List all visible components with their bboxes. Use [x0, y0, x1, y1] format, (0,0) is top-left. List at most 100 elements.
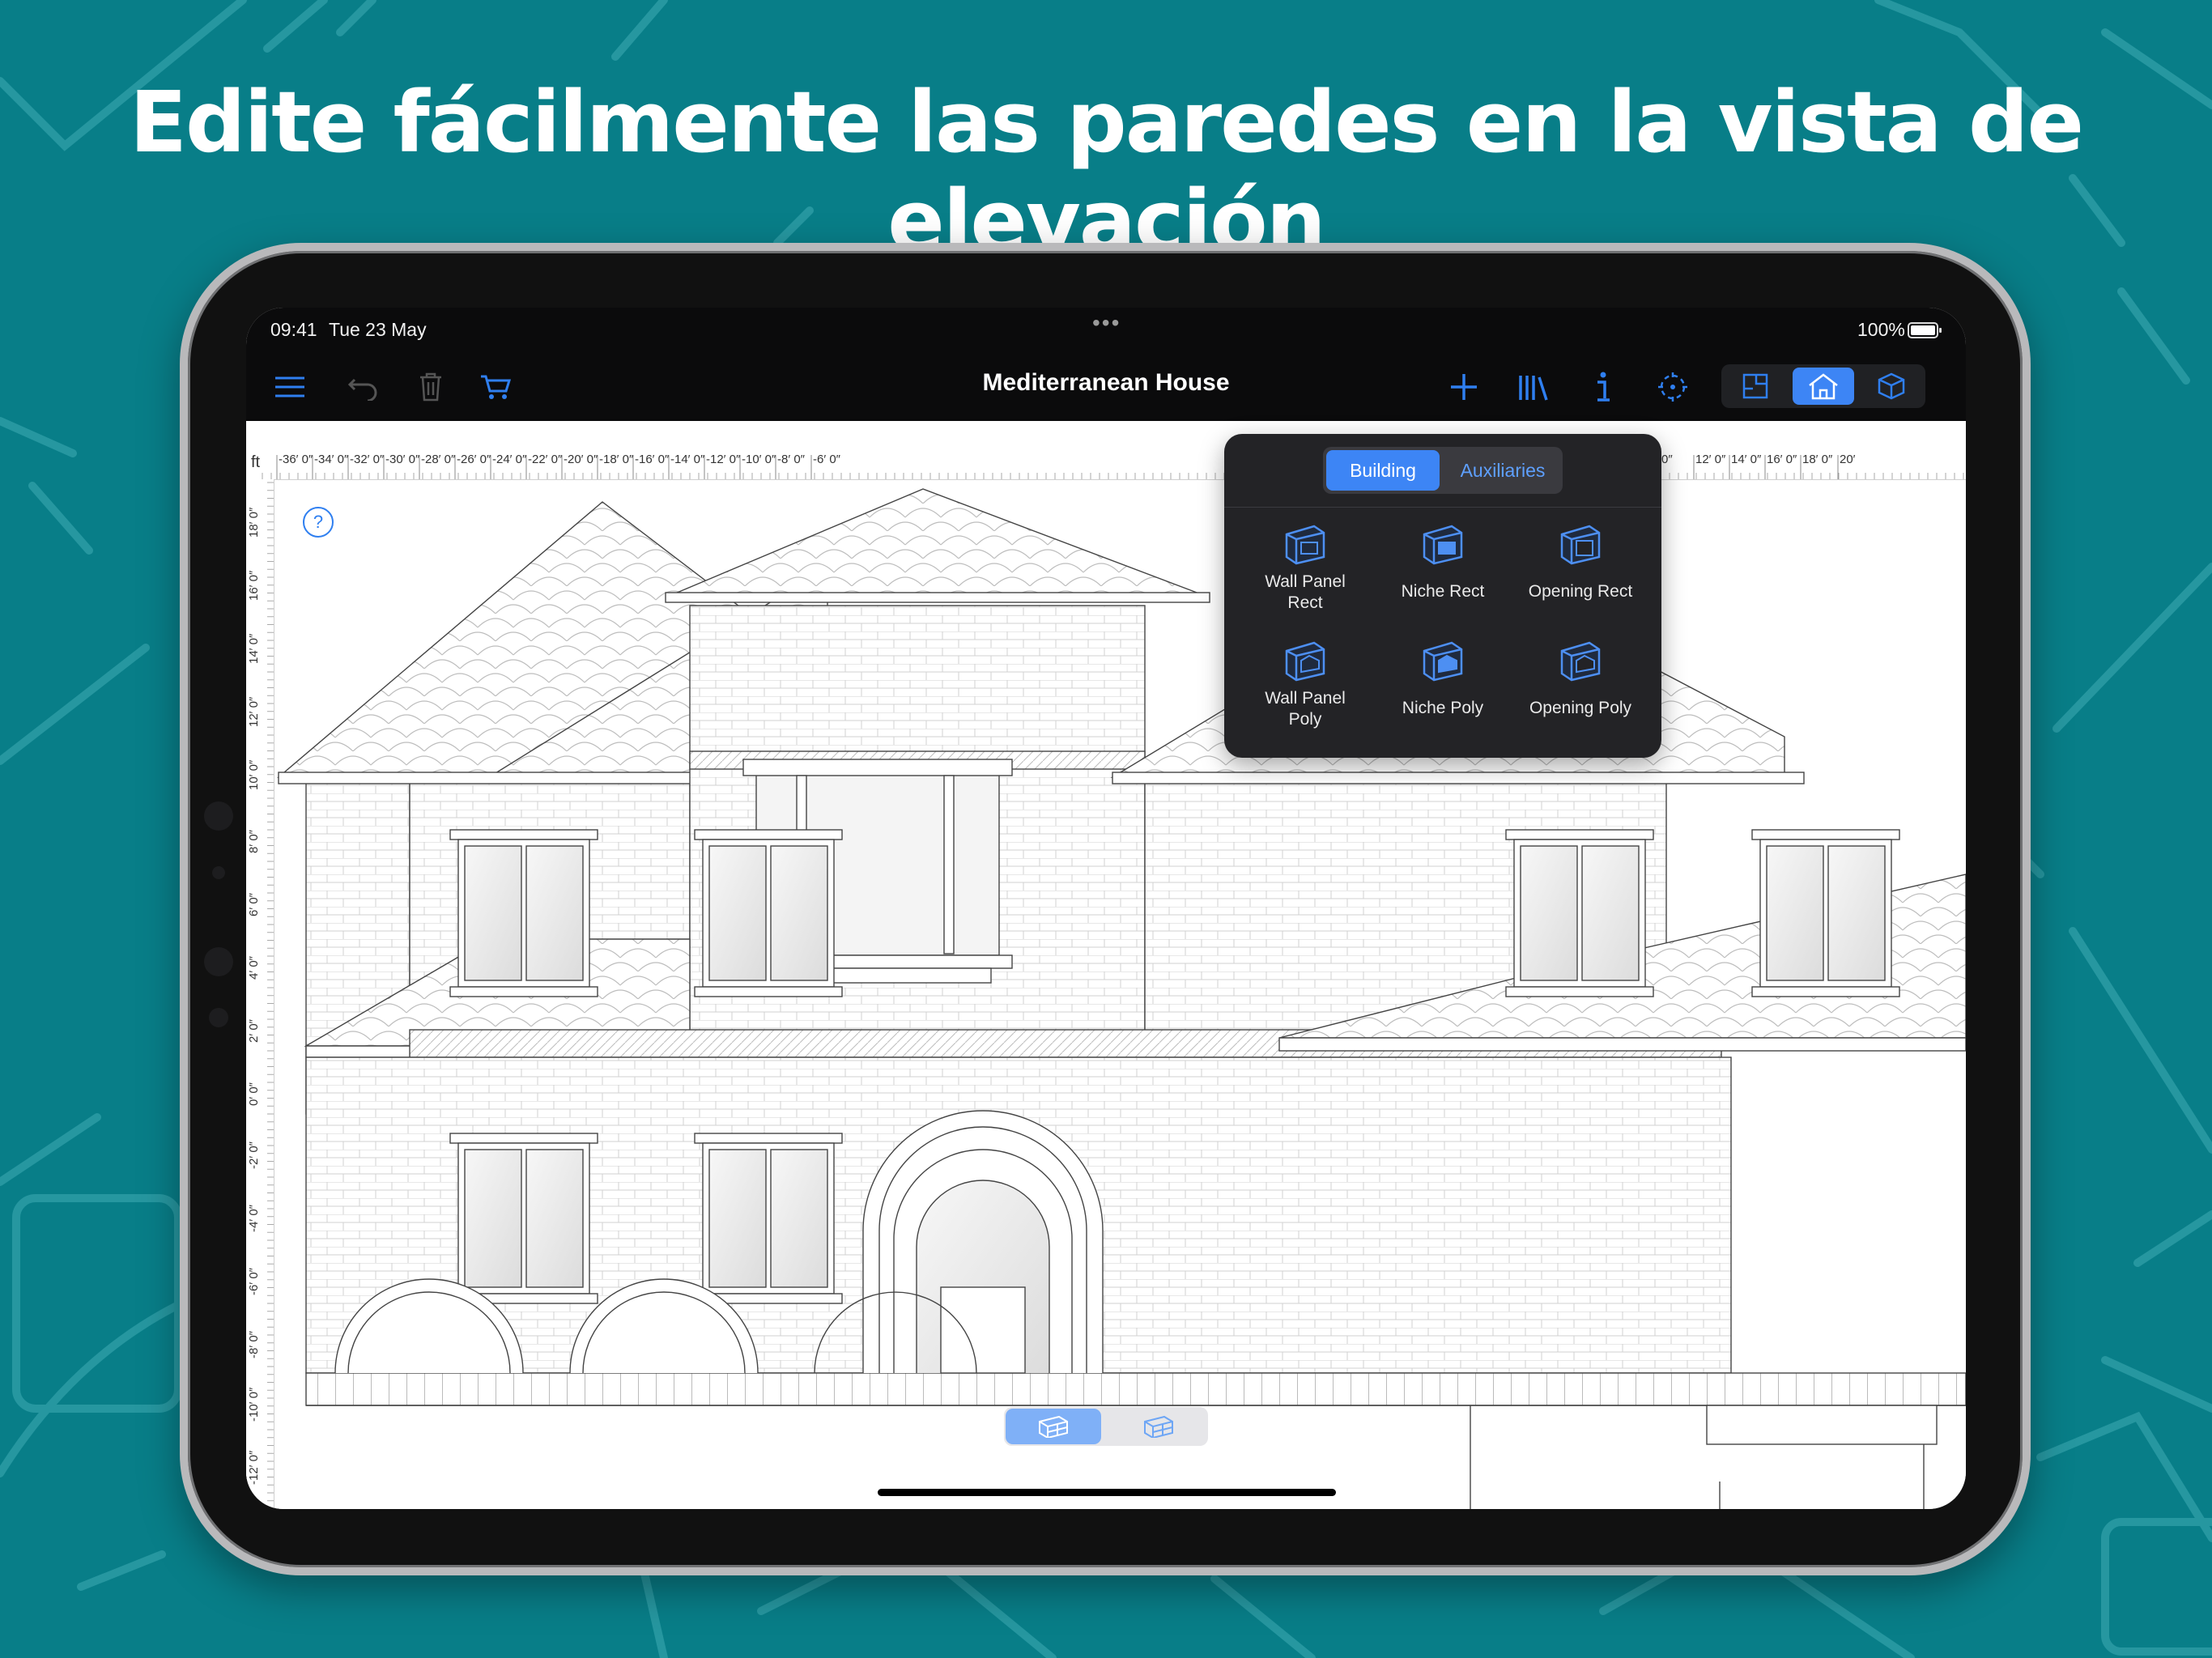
- ruler-label: -20′ 0″: [564, 453, 598, 466]
- ruler-label: -10′ 0″: [742, 453, 776, 466]
- ruler-label: 20′: [1840, 453, 1856, 466]
- battery-percent: 100%: [1857, 319, 1905, 340]
- ruler-label: -2′ 0″: [247, 1141, 261, 1169]
- ruler-label: 6′ 0″: [247, 892, 261, 916]
- ruler-label: 4′ 0″: [247, 955, 261, 980]
- ruler-label: -8′ 0″: [247, 1330, 261, 1358]
- niche-poly-icon: [1423, 641, 1463, 682]
- ruler-label: 0′ 0″: [247, 1082, 261, 1106]
- popover-tabs: Building Auxiliaries: [1323, 447, 1563, 494]
- cart-icon: [481, 375, 512, 399]
- trash-icon: [420, 372, 441, 402]
- tool-label: Wall Panel: [1265, 572, 1346, 591]
- camera-lens: [204, 947, 233, 976]
- app-screen: 09:41 Tue 23 May ••• 100% Mediterranean …: [246, 308, 1966, 1509]
- menu-icon: [275, 376, 304, 397]
- niche-rect-icon: [1423, 525, 1463, 565]
- floor-plan-view-button[interactable]: [1725, 368, 1786, 405]
- add-element-popover: Building Auxiliaries Wall Panel Rect Nic…: [1224, 434, 1661, 758]
- tool-label-line2: Rect: [1287, 593, 1323, 612]
- brick-wall-icon: [1039, 1415, 1068, 1438]
- ruler-label: -6′ 0″: [813, 453, 841, 466]
- opening-rect-tool[interactable]: Opening Rect: [1509, 515, 1652, 636]
- library-icon: [1519, 376, 1548, 401]
- store-button[interactable]: [473, 364, 518, 410]
- ruler-label: -10′ 0″: [247, 1387, 261, 1422]
- toolbar: 09:41 Tue 23 May ••• 100% Mediterranean …: [246, 308, 1966, 421]
- ruler-label: 10′ 0″: [247, 759, 261, 790]
- ruler-label: -34′ 0″: [314, 453, 349, 466]
- ruler-label: 18′ 0″: [1802, 453, 1833, 466]
- house-elevation-drawing[interactable]: [246, 421, 1966, 1509]
- 3d-view-icon: [1878, 372, 1905, 400]
- ruler-label: -18′ 0″: [599, 453, 634, 466]
- opening-poly-icon: [1560, 641, 1601, 682]
- ruler-label: -28′ 0″: [421, 453, 456, 466]
- tab-building[interactable]: Building: [1326, 450, 1440, 491]
- wall-panel-poly-tool[interactable]: Wall Panel Poly: [1234, 631, 1376, 753]
- wall-panel-rect-icon: [1285, 525, 1325, 565]
- ruler-label: -12′ 0″: [247, 1450, 261, 1485]
- floor-plan-icon: [1742, 373, 1768, 399]
- tab-auxiliaries[interactable]: Auxiliaries: [1446, 450, 1559, 491]
- brick-wall-button[interactable]: [1006, 1409, 1101, 1444]
- ruler-label: -32′ 0″: [350, 453, 385, 466]
- tool-label: Wall Panel: [1265, 689, 1346, 708]
- horizontal-ruler: ft -36′ 0″ -34′ 0″ -32′ 0″ -30′ 0″ -28′ 0″ -2…: [246, 452, 1966, 480]
- opening-poly-tool[interactable]: Opening Poly: [1509, 631, 1652, 753]
- plus-icon: [1451, 374, 1477, 400]
- tool-label-line2: Poly: [1288, 710, 1322, 729]
- menu-button[interactable]: [267, 364, 313, 410]
- tool-label: Opening Rect: [1528, 582, 1633, 601]
- wall-panel-poly-icon: [1285, 641, 1325, 682]
- view-mode-segment: [1721, 364, 1925, 408]
- niche-poly-tool[interactable]: Niche Poly: [1372, 631, 1514, 753]
- delete-button[interactable]: [408, 364, 453, 410]
- ruler-label: 12′ 0″: [1695, 453, 1726, 466]
- info-icon: [1597, 372, 1610, 402]
- ruler-label: -30′ 0″: [385, 453, 420, 466]
- tool-label: Opening Poly: [1529, 699, 1632, 717]
- wall-panel-rect-tool[interactable]: Wall Panel Rect: [1234, 515, 1376, 636]
- drawing-canvas[interactable]: [246, 421, 1966, 1509]
- sensor-dot: [212, 866, 225, 879]
- niche-rect-tool[interactable]: Niche Rect: [1372, 515, 1514, 636]
- ruler-label: 16′ 0″: [1767, 453, 1797, 466]
- tool-label: Niche Rect: [1401, 582, 1485, 601]
- help-button[interactable]: ?: [303, 507, 334, 538]
- home-indicator[interactable]: [878, 1489, 1336, 1496]
- flash-dot: [209, 1008, 228, 1027]
- ruler-label: -6′ 0″: [247, 1267, 261, 1295]
- elevation-view-button[interactable]: [1793, 368, 1854, 405]
- document-title: Mediterranean House: [982, 369, 1230, 396]
- popover-divider: [1224, 507, 1661, 508]
- ruler-label: 8′ 0″: [247, 829, 261, 853]
- ruler-label: 12′ 0″: [247, 696, 261, 727]
- undo-button[interactable]: [340, 364, 385, 410]
- library-button[interactable]: [1511, 364, 1556, 410]
- 3d-view-button[interactable]: [1861, 368, 1922, 405]
- undo-icon: [347, 378, 377, 401]
- ruler-label: -8′ 0″: [777, 453, 806, 466]
- wall-mode-toggle: [1004, 1407, 1208, 1446]
- ruler-label: -12′ 0″: [706, 453, 741, 466]
- ruler-label: -4′ 0″: [247, 1204, 261, 1232]
- brick-block-icon: [1144, 1415, 1173, 1438]
- transform-button[interactable]: [1650, 364, 1695, 410]
- ruler-label: -36′ 0″: [279, 453, 313, 466]
- ruler-label: 0″: [1661, 453, 1673, 466]
- ruler-label: 14′ 0″: [1731, 453, 1762, 466]
- tool-label: Niche Poly: [1402, 699, 1484, 717]
- info-button[interactable]: [1580, 364, 1626, 410]
- add-button[interactable]: [1441, 364, 1487, 410]
- camera-dot: [204, 801, 233, 831]
- status-date: Tue 23 May: [329, 319, 427, 340]
- multitasking-dots[interactable]: •••: [1092, 310, 1121, 336]
- opening-rect-icon: [1560, 525, 1601, 565]
- brick-block-button[interactable]: [1111, 1409, 1206, 1444]
- ruler-label: -24′ 0″: [492, 453, 527, 466]
- ruler-label: -16′ 0″: [635, 453, 670, 466]
- ruler-label: 14′ 0″: [247, 633, 261, 664]
- vertical-ruler: 18′ 0″ 16′ 0″ 14′ 0″ 12′ 0″ 10′ 0″ 8′ 0″ 6′ 0″…: [246, 479, 274, 1509]
- headline: Edite fácilmente las paredes en la vista…: [129, 73, 2084, 270]
